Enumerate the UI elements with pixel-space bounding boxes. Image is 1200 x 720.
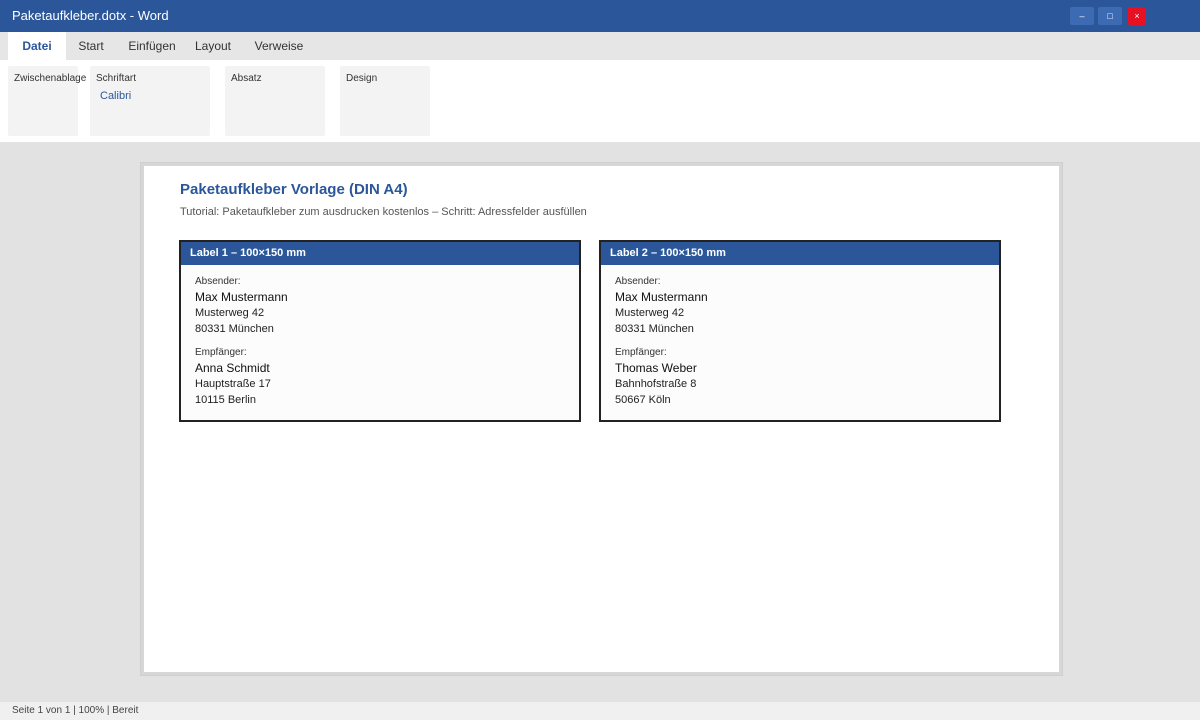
tab-start[interactable]: Start <box>70 32 112 60</box>
label-body: Absender: Max Mustermann Musterweg 42 80… <box>601 265 999 418</box>
ribbon-group-clipboard[interactable]: Zwischenablage <box>8 66 86 136</box>
recipient-label: Empfänger: <box>615 347 667 358</box>
font-name-selector[interactable]: Calibri <box>100 90 131 102</box>
label-card[interactable]: Label 1 – 100×150 mm Absender: Max Muste… <box>179 240 581 422</box>
tab-verweise[interactable]: Verweise <box>248 32 310 60</box>
sender-city[interactable]: 80331 München <box>195 321 565 337</box>
ribbon: Zwischenablage Schriftart Calibri Absatz… <box>0 60 1200 142</box>
label-card[interactable]: Label 2 – 100×150 mm Absender: Max Muste… <box>599 240 1001 422</box>
ribbon-group-label: Design <box>346 73 378 84</box>
sender-name[interactable]: Max Mustermann <box>195 289 565 305</box>
recipient-city[interactable]: 50667 Köln <box>615 392 985 408</box>
recipient-street[interactable]: Hauptstraße 17 <box>195 376 565 392</box>
ribbon-group-design[interactable]: Design <box>340 66 430 136</box>
recipient-city[interactable]: 10115 Berlin <box>195 392 565 408</box>
document-page[interactable]: Paketaufkleber Vorlage (DIN A4) Tutorial… <box>141 163 1062 675</box>
maximize-button[interactable]: □ <box>1098 7 1122 25</box>
sender-name[interactable]: Max Mustermann <box>615 289 985 305</box>
window-title: Paketaufkleber.dotx - Word <box>12 8 169 23</box>
recipient-label: Empfänger: <box>195 347 247 358</box>
minimize-button[interactable]: – <box>1070 7 1094 25</box>
status-bar: Seite 1 von 1 | 100% | Bereit <box>0 702 1200 720</box>
ribbon-group-font[interactable]: Schriftart Calibri <box>90 66 210 136</box>
tab-layout[interactable]: Layout <box>188 32 238 60</box>
sender-city[interactable]: 80331 München <box>615 321 985 337</box>
sender-street[interactable]: Musterweg 42 <box>615 305 985 321</box>
ribbon-group-label: Absatz <box>231 73 262 84</box>
close-button[interactable]: × <box>1128 7 1146 25</box>
recipient-name[interactable]: Thomas Weber <box>615 360 985 376</box>
tab-einfuegen[interactable]: Einfügen <box>122 32 182 60</box>
recipient-name[interactable]: Anna Schmidt <box>195 360 565 376</box>
sender-label: Absender: <box>615 276 661 287</box>
label-header: Label 1 – 100×150 mm <box>181 242 579 265</box>
document-subtitle: Tutorial: Paketaufkleber zum ausdrucken … <box>180 206 587 218</box>
document-title: Paketaufkleber Vorlage (DIN A4) <box>180 181 408 198</box>
ribbon-group-label: Zwischenablage <box>14 73 87 84</box>
sender-label: Absender: <box>195 276 241 287</box>
ribbon-group-label: Schriftart <box>96 73 137 84</box>
label-body: Absender: Max Mustermann Musterweg 42 80… <box>181 265 579 418</box>
document-area: Paketaufkleber Vorlage (DIN A4) Tutorial… <box>0 142 1200 702</box>
sender-street[interactable]: Musterweg 42 <box>195 305 565 321</box>
ribbon-group-paragraph[interactable]: Absatz <box>225 66 325 136</box>
label-header: Label 2 – 100×150 mm <box>601 242 999 265</box>
menu-tabs: Datei Start Einfügen Layout Verweise <box>0 32 1200 60</box>
title-bar: Paketaufkleber.dotx - Word – □ × <box>0 0 1200 32</box>
tab-datei[interactable]: Datei <box>8 32 66 60</box>
recipient-street[interactable]: Bahnhofstraße 8 <box>615 376 985 392</box>
